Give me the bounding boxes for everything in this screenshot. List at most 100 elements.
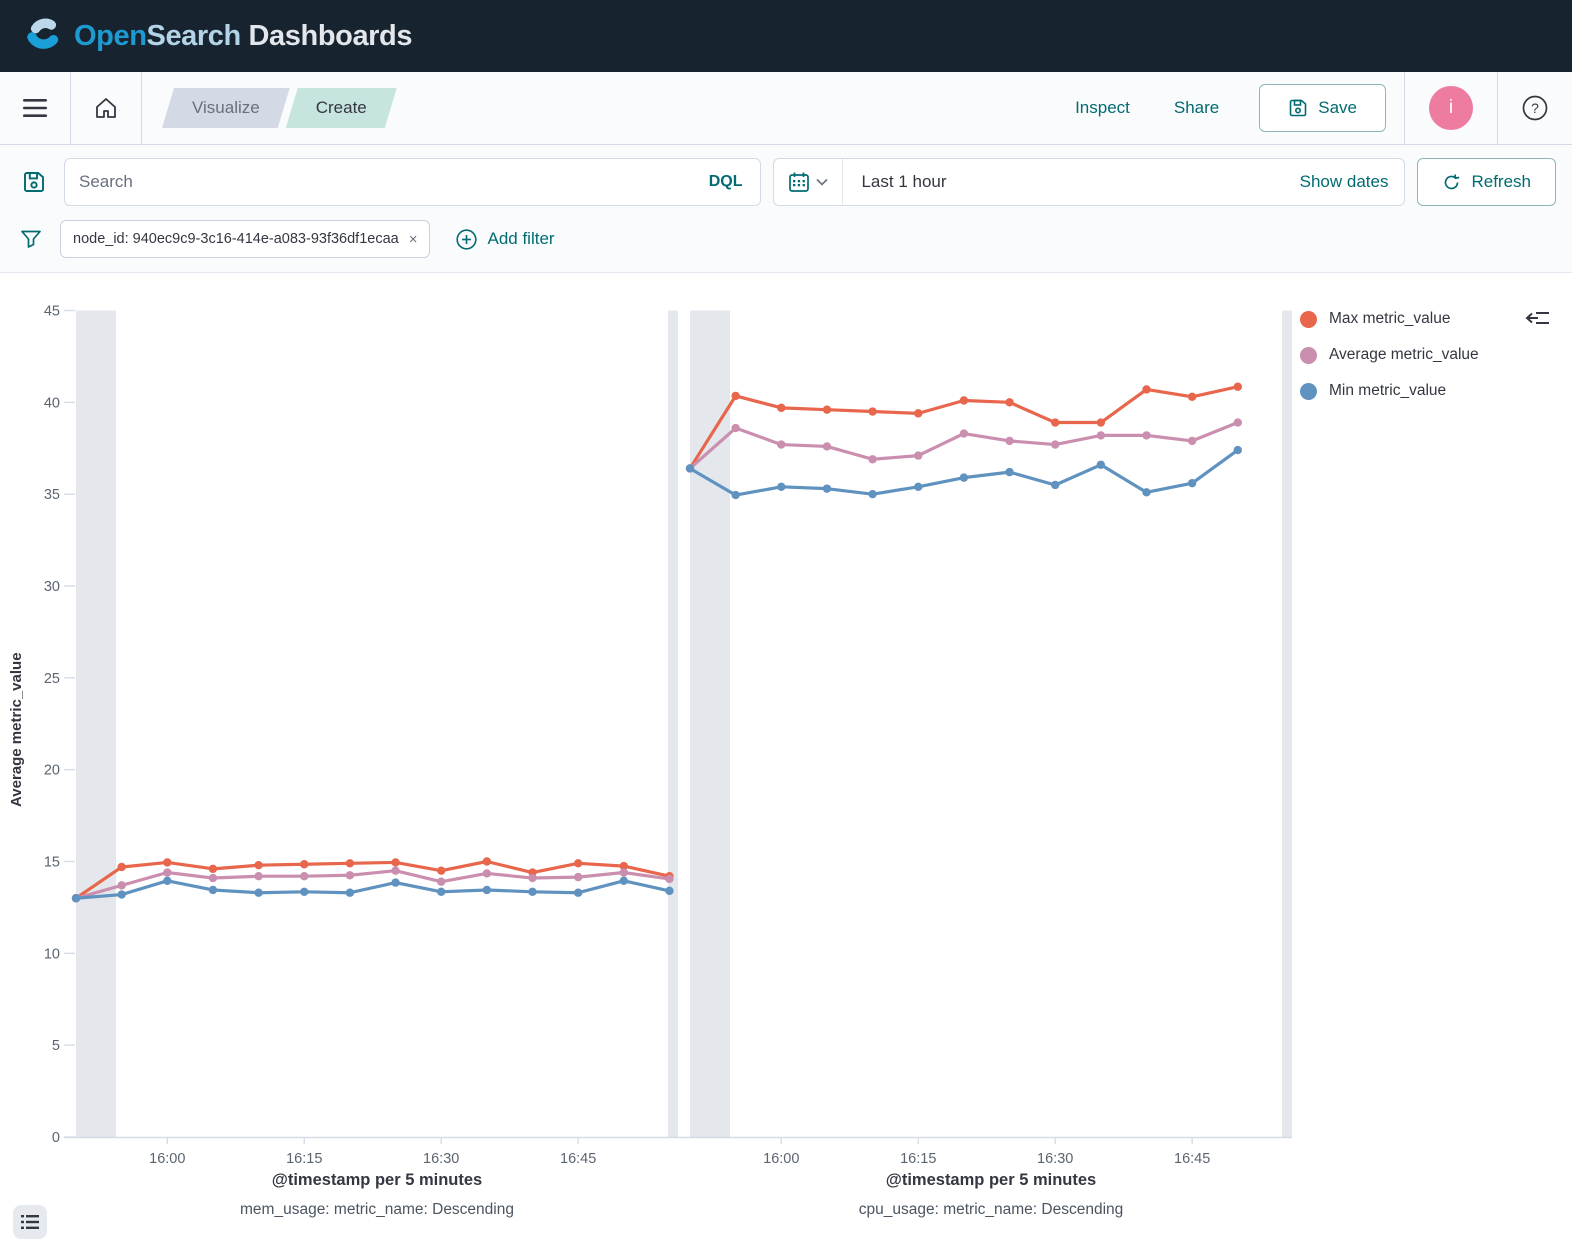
y-tick-label: 30 [44, 579, 60, 595]
divider [141, 72, 142, 144]
data-point [71, 894, 81, 903]
calendar-menu-button[interactable] [774, 159, 844, 205]
chart-mem-usage[interactable]: 16:00 16:15 16:30 16:45 0 5 10 15 20 25 30 35 40 45 @t… [30, 305, 690, 1245]
save-button-label: Save [1318, 98, 1357, 117]
opensearch-logo-icon [27, 18, 59, 49]
save-button[interactable]: Save [1259, 84, 1386, 132]
legend-swatch-icon [1300, 382, 1317, 400]
breadcrumb-visualize[interactable]: Visualize [162, 88, 290, 128]
data-point [117, 890, 126, 899]
home-button[interactable] [71, 72, 141, 144]
user-avatar[interactable]: i [1429, 86, 1473, 130]
data-point [345, 859, 355, 868]
data-point [573, 888, 583, 897]
data-point [1096, 431, 1106, 440]
data-point [959, 396, 969, 405]
refresh-button-label: Refresh [1471, 172, 1531, 191]
search-input[interactable] [79, 172, 705, 192]
home-icon [96, 98, 116, 118]
data-point [254, 888, 263, 897]
collapse-legend-button[interactable] [1524, 305, 1552, 334]
add-filter-button[interactable]: Add filter [456, 228, 555, 250]
filter-pill[interactable]: node_id: 940ec9c9-3c16-414e-a083-93f36df… [60, 220, 431, 258]
data-point [391, 866, 400, 875]
y-tick-label: 5 [52, 1038, 60, 1054]
calendar-icon [789, 172, 810, 192]
help-button[interactable]: ? [1522, 95, 1548, 121]
data-point [482, 885, 492, 895]
inspect-button[interactable]: Inspect [1075, 98, 1130, 118]
app-top-bar: OpenSearch Dashboards [0, 0, 1572, 72]
refresh-button[interactable]: Refresh [1417, 158, 1556, 206]
legend-item[interactable]: Min metric_value [1300, 373, 1479, 409]
refresh-icon [1445, 173, 1460, 189]
x-tick-label: 16:30 [1037, 1151, 1073, 1167]
menu-button[interactable] [0, 72, 70, 144]
x-tick-label: 16:15 [286, 1151, 322, 1167]
saved-query-disk-icon [24, 172, 44, 192]
data-point [208, 885, 218, 895]
y-tick-label: 40 [44, 395, 60, 411]
data-point [731, 391, 740, 401]
saved-query-button[interactable] [16, 170, 52, 194]
data-point [437, 866, 446, 875]
divider [1497, 72, 1498, 144]
legend-item[interactable]: Max metric_value [1300, 301, 1479, 337]
data-point [254, 860, 263, 870]
data-point [163, 876, 172, 885]
data-point [731, 490, 740, 500]
query-language-button[interactable]: DQL [705, 173, 747, 191]
data-point [1233, 418, 1242, 427]
y-axis-title: Average metric_value [8, 652, 25, 807]
data-point [1005, 467, 1014, 477]
x-tick-label: 16:45 [1174, 1151, 1210, 1167]
breadcrumb: Visualize Create [162, 88, 397, 128]
data-point [1051, 440, 1060, 449]
data-point [437, 877, 446, 886]
data-point [391, 878, 400, 887]
data-point [1142, 385, 1151, 394]
data-point [573, 872, 583, 882]
x-tick-label: 16:00 [149, 1151, 185, 1167]
legend-swatch-icon [1300, 310, 1317, 328]
time-range-button[interactable]: Last 1 hour [843, 172, 1283, 192]
data-point [822, 484, 832, 493]
plus-circle-icon [456, 228, 478, 250]
data-point [1187, 436, 1197, 446]
y-tick-label: 0 [52, 1130, 60, 1146]
share-button[interactable]: Share [1174, 98, 1219, 118]
remove-filter-icon[interactable]: × [409, 231, 418, 248]
data-point [822, 405, 832, 414]
chevron-down-icon [816, 178, 829, 186]
data-point [868, 455, 877, 464]
legend-item[interactable]: Average metric_value [1300, 337, 1479, 373]
x-axis-title: @timestamp per 5 minutes [272, 1171, 482, 1189]
y-tick-label: 45 [44, 305, 60, 320]
data-point [1096, 460, 1106, 469]
data-point [528, 887, 537, 897]
legend-label: Average metric_value [1329, 346, 1479, 363]
filter-menu-button[interactable] [16, 228, 46, 250]
chart-legend: Max metric_value Average metric_value Min … [1300, 301, 1479, 409]
show-dates-button[interactable]: Show dates [1284, 172, 1405, 192]
filter-pill-label: node_id: 940ec9c9-3c16-414e-a083-93f36df… [73, 231, 399, 247]
data-point [1142, 488, 1151, 497]
data-point [1096, 418, 1106, 427]
filter-bar: node_id: 940ec9c9-3c16-414e-a083-93f36df… [0, 214, 1572, 273]
data-point [914, 451, 923, 460]
search-box: DQL [64, 158, 762, 206]
data-point [1051, 418, 1060, 427]
date-picker: Last 1 hour Show dates [773, 158, 1406, 206]
legend-label: Min metric_value [1329, 382, 1447, 399]
data-point [300, 860, 309, 869]
data-point [117, 881, 126, 890]
data-point [777, 403, 786, 413]
chart-cpu-usage[interactable]: 16:00 16:15 16:30 16:45 @timestamp per 5 min… [644, 305, 1304, 1245]
data-point [1005, 436, 1014, 446]
data-point [254, 871, 263, 881]
data-point [777, 440, 786, 449]
values-list-button[interactable] [13, 1205, 47, 1239]
query-bar: DQL Last 1 hour Show dates [0, 145, 1572, 214]
data-point [868, 489, 877, 499]
series-line [688, 448, 1240, 497]
